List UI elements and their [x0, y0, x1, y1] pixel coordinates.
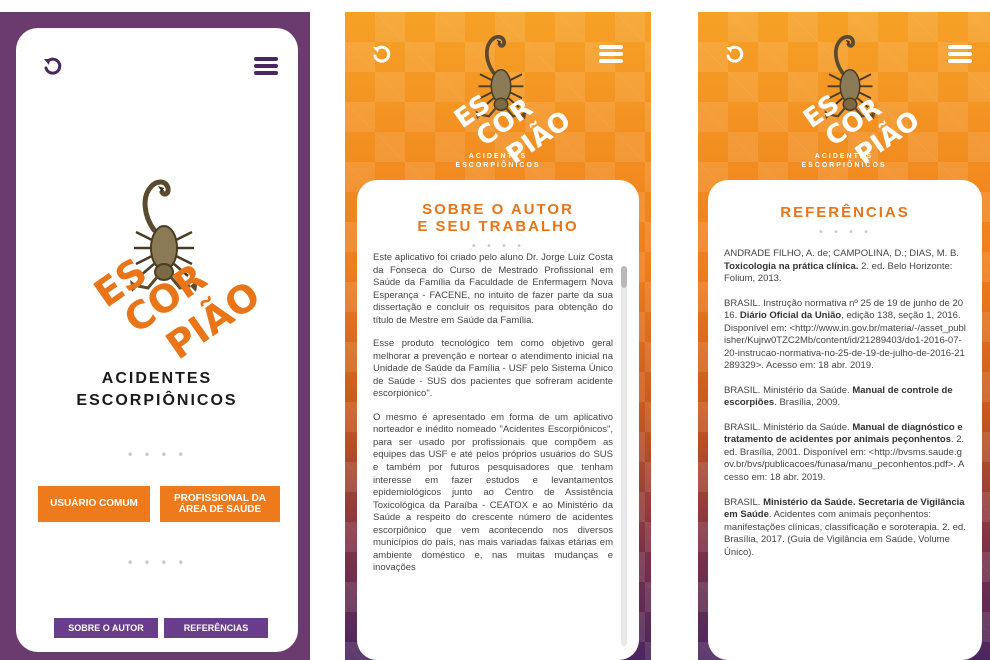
references-card: REFERÊNCIAS • • • • ANDRADE FILHO, A. de… — [708, 180, 982, 660]
reference-item: BRASIL. Ministério da Saúde. Manual de d… — [724, 421, 965, 483]
divider-dots-2: • • • • — [126, 556, 188, 570]
hamburger-menu-icon[interactable] — [252, 52, 280, 80]
app-logo: ES COR PIÃO — [80, 168, 268, 368]
references-screen: ES COR PIÃO ACIDENTES ESCORPIÔNICOS REFE… — [698, 12, 990, 660]
subtitle-line-2: ESCORPIÔNICOS — [76, 392, 238, 410]
subtitle-line-1: ACIDENTES — [814, 153, 874, 160]
app-subtitle: ACIDENTES ESCORPIÔNICOS — [16, 368, 298, 413]
about-title-line-2: E SEU TRABALHO — [417, 217, 579, 235]
undo-arrow-icon[interactable] — [38, 52, 66, 80]
divider-dots: • • • • — [470, 241, 526, 252]
subtitle-line-2: ESCORPIÔNICOS — [801, 162, 887, 170]
reference-item: BRASIL. Instrução normativa nº 25 de 19 … — [724, 297, 966, 372]
about-card: SOBRE O AUTOR E SEU TRABALHO • • • • Est… — [357, 180, 639, 660]
references-button[interactable]: REFERÊNCIAS — [164, 618, 268, 638]
references-list: ANDRADE FILHO, A. de; CAMPOLINA, D.; DIA… — [724, 248, 966, 571]
reference-item: BRASIL. Ministério da Saúde. Secretaria … — [724, 496, 966, 558]
about-screen: ES COR PIÃO ACIDENTES ESCORPIÔNICOS SOBR… — [345, 12, 651, 660]
app-logo: ES COR PIÃO — [441, 26, 576, 171]
hamburger-menu-icon[interactable] — [597, 40, 625, 68]
reference-item: BRASIL. Ministério da Saúde. Manual de c… — [724, 384, 953, 409]
home-screen: ES COR PIÃO ACIDENTES ESCORPIÔNICOS • • … — [0, 12, 310, 660]
health-professional-button[interactable]: PROFISSIONAL DA ÁREA DE SAÚDE — [160, 486, 280, 522]
about-title: SOBRE O AUTOR E SEU TRABALHO — [357, 201, 639, 235]
about-text: Este aplicativo foi criado pelo aluno Dr… — [373, 252, 613, 586]
about-title-line-1: SOBRE O AUTOR — [422, 201, 574, 218]
app-subtitle: ACIDENTES ESCORPIÔNICOS — [698, 152, 990, 171]
about-scrollbar[interactable] — [621, 266, 627, 646]
about-paragraph: Este aplicativo foi criado pelo aluno Dr… — [373, 252, 613, 326]
about-paragraph: Esse produto tecnológico tem como objeti… — [373, 338, 613, 400]
subtitle-line-2: ESCORPIÔNICOS — [455, 162, 541, 170]
scroll-thumb[interactable] — [621, 266, 627, 288]
divider-dots: • • • • — [126, 448, 188, 462]
subtitle-line-1: ACIDENTES — [468, 153, 528, 160]
app-subtitle: ACIDENTES ESCORPIÔNICOS — [345, 152, 651, 171]
common-user-button[interactable]: USUÁRIO COMUM — [38, 486, 150, 522]
undo-arrow-icon[interactable] — [720, 40, 748, 68]
about-author-button[interactable]: SOBRE O AUTOR — [54, 618, 158, 638]
home-card: ES COR PIÃO ACIDENTES ESCORPIÔNICOS • • … — [16, 28, 298, 652]
divider-dots: • • • • — [817, 227, 873, 238]
hamburger-menu-icon[interactable] — [946, 40, 974, 68]
app-logo: ES COR PIÃO — [790, 26, 925, 171]
about-paragraph: O mesmo é apresentado em forma de um apl… — [373, 411, 613, 574]
reference-item: ANDRADE FILHO, A. de; CAMPOLINA, D.; DIA… — [724, 248, 959, 285]
undo-arrow-icon[interactable] — [367, 40, 395, 68]
references-title: REFERÊNCIAS — [780, 204, 910, 221]
subtitle-line-1: ACIDENTES — [101, 370, 213, 387]
